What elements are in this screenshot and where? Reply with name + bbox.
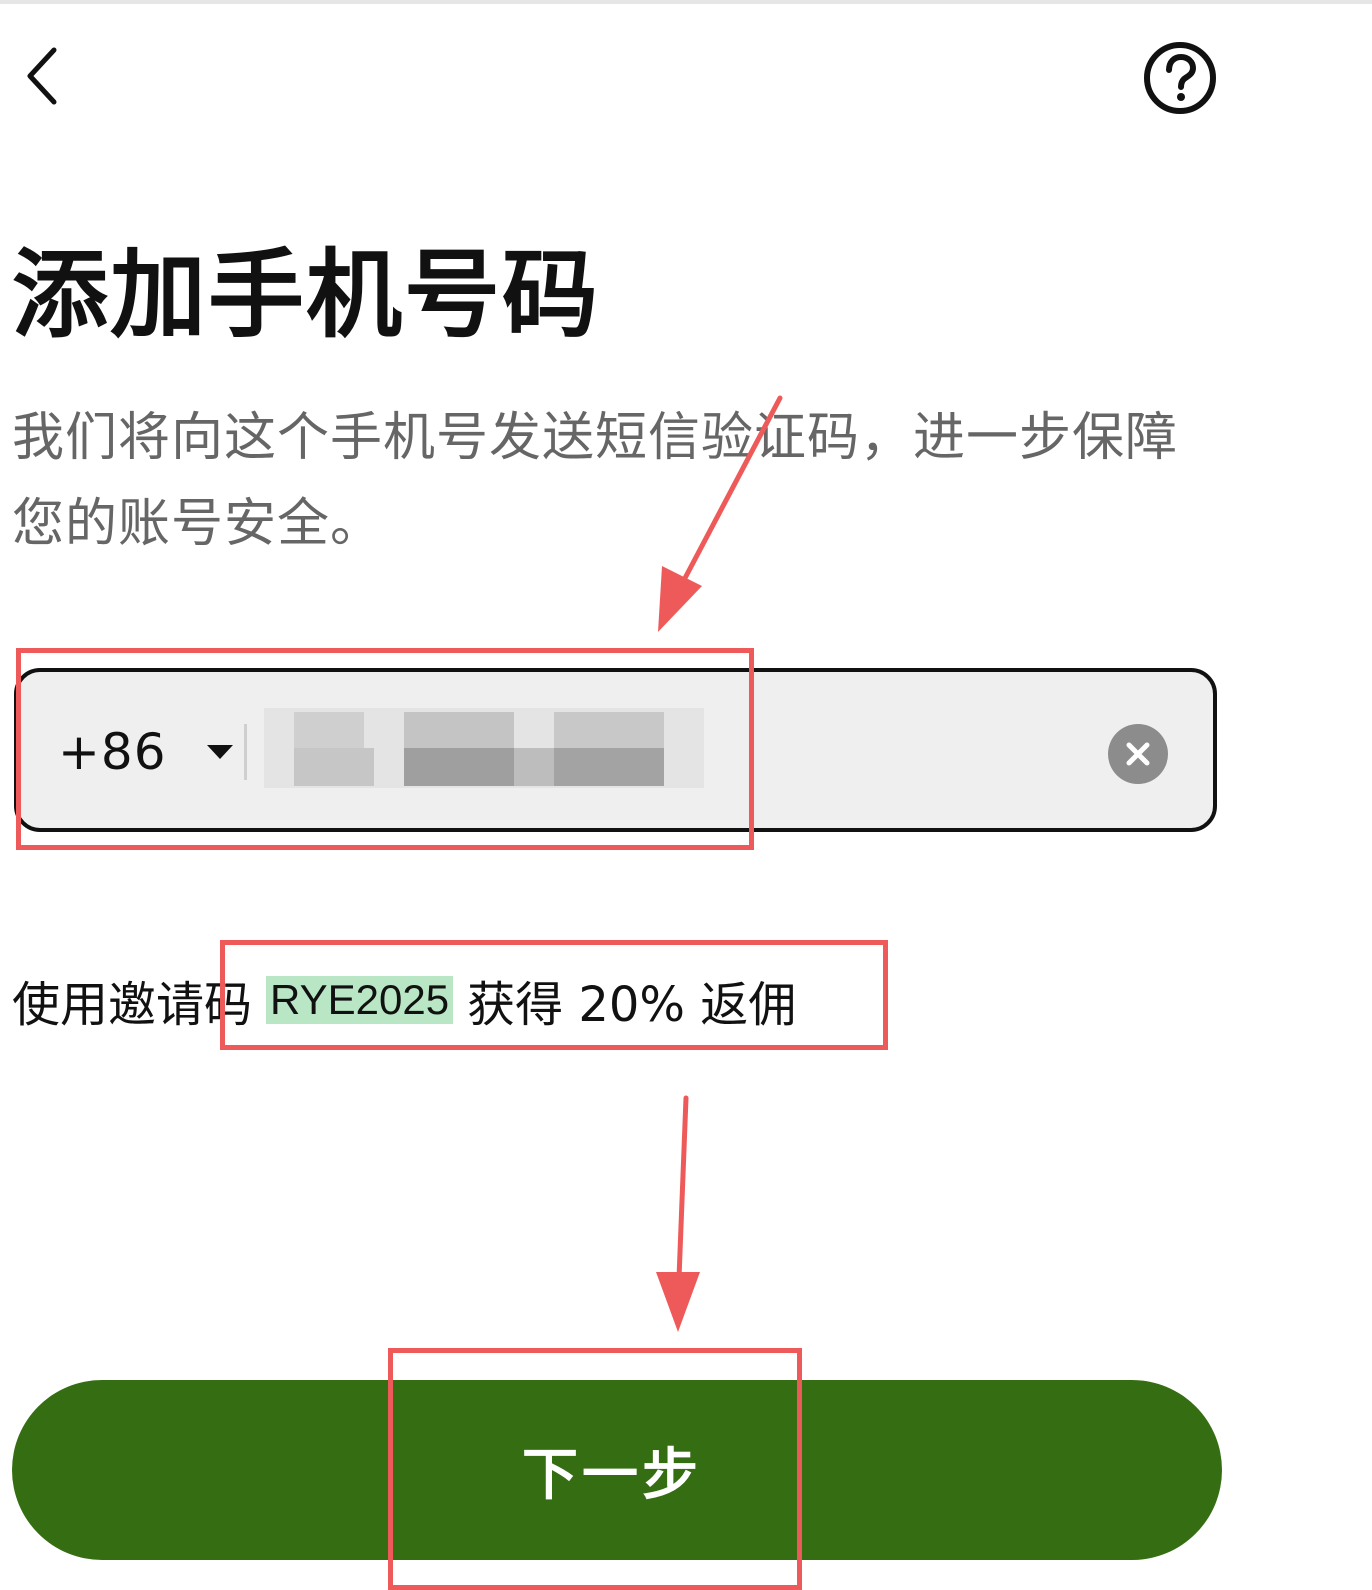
field-divider: [244, 724, 247, 780]
annotation-arrowhead-phone: [658, 566, 702, 632]
mosaic-block: [554, 748, 664, 786]
phone-number-input[interactable]: [264, 708, 704, 788]
chevron-left-icon: [27, 47, 57, 105]
clear-circle-icon: [1126, 742, 1150, 766]
invite-prefix-text: 使用邀请码: [12, 977, 253, 1033]
caret-down-icon: [206, 745, 233, 759]
next-step-label: 下一步: [522, 1442, 702, 1508]
question-circle-icon: [1144, 42, 1216, 114]
mosaic-block: [404, 748, 514, 786]
invite-suffix-text: 获得 20% 返佣: [467, 977, 797, 1033]
mosaic-block: [294, 712, 364, 748]
top-divider: [0, 0, 1372, 4]
annotation-arrowhead-next: [656, 1272, 700, 1332]
clear-input-button[interactable]: [1108, 724, 1168, 784]
mosaic-block: [294, 748, 374, 786]
page-description: 我们将向这个手机号发送短信验证码，进一步保障您的账号安全。: [12, 408, 1179, 554]
mosaic-block: [554, 712, 664, 748]
country-code-label: +86: [58, 723, 167, 781]
next-step-button[interactable]: 下一步: [12, 1380, 1222, 1560]
invite-code-text[interactable]: RYE2025: [266, 976, 454, 1024]
mosaic-block: [514, 748, 554, 786]
back-button[interactable]: [18, 40, 66, 112]
country-code-selector[interactable]: +86: [58, 716, 233, 788]
page-title: 添加手机号码: [12, 239, 600, 351]
phone-number-field[interactable]: +86: [14, 668, 1217, 832]
annotation-arrow-to-next: [676, 1095, 689, 1281]
add-phone-screen: 添加手机号码 我们将向这个手机号发送短信验证码，进一步保障您的账号安全。 +86…: [0, 0, 1372, 1590]
invite-code-row: 使用邀请码 RYE2025 获得 20% 返佣: [12, 965, 796, 1035]
help-button[interactable]: [1140, 38, 1220, 118]
mosaic-block: [404, 712, 514, 748]
